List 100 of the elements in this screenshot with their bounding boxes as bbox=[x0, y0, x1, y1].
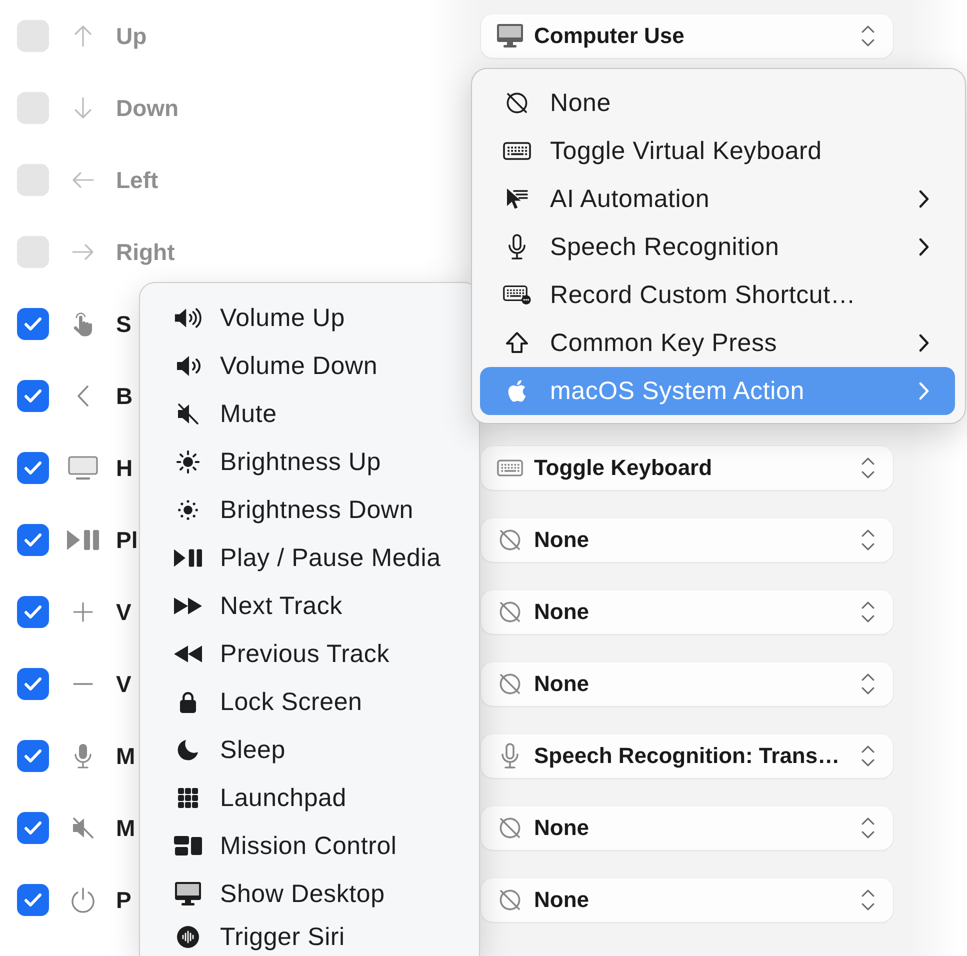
circle-slash-icon bbox=[498, 600, 522, 624]
menu-item[interactable]: Previous Track bbox=[148, 630, 469, 678]
checkbox[interactable] bbox=[17, 668, 49, 700]
microphone-icon bbox=[74, 743, 92, 769]
row-label: B bbox=[116, 382, 133, 408]
checkbox[interactable] bbox=[17, 596, 49, 628]
row-label: Pl bbox=[116, 526, 138, 552]
menu-item[interactable]: Record Custom Shortcut… bbox=[480, 271, 955, 319]
checkbox[interactable] bbox=[17, 740, 49, 772]
menu-item[interactable]: Common Key Press bbox=[480, 319, 955, 367]
keyboard-icon bbox=[503, 142, 531, 160]
moon-icon bbox=[177, 739, 199, 761]
row-label: V bbox=[116, 670, 132, 696]
checkbox[interactable] bbox=[17, 452, 49, 484]
row-label: V bbox=[116, 598, 132, 624]
menu-item[interactable]: Brightness Down bbox=[148, 486, 469, 534]
checkmark-icon bbox=[24, 821, 42, 835]
rewind-icon bbox=[174, 645, 202, 663]
menu-item[interactable]: None bbox=[480, 79, 955, 127]
circle-slash-icon bbox=[498, 888, 522, 912]
menu-item[interactable]: Brightness Up bbox=[148, 438, 469, 486]
lock-icon bbox=[180, 691, 196, 713]
checkmark-icon bbox=[24, 893, 42, 907]
circle-slash-icon bbox=[498, 816, 522, 840]
menu-item[interactable]: Trigger Siri bbox=[148, 918, 469, 956]
action-dropdown[interactable]: None bbox=[481, 590, 893, 634]
circle-slash-icon bbox=[505, 91, 529, 115]
plus-icon bbox=[73, 602, 93, 622]
row-label: M bbox=[116, 742, 136, 768]
checkmark-icon bbox=[24, 461, 42, 475]
checkbox[interactable] bbox=[17, 812, 49, 844]
menu-item[interactable]: Launchpad bbox=[148, 774, 469, 822]
waveform-circle-icon bbox=[177, 926, 199, 948]
checkbox[interactable] bbox=[17, 92, 49, 124]
checkbox[interactable] bbox=[17, 884, 49, 916]
row-label: Down bbox=[116, 94, 179, 120]
speaker-slash-icon bbox=[72, 817, 94, 839]
menu-item[interactable]: Mute bbox=[148, 390, 469, 438]
speaker-loud-icon bbox=[174, 307, 202, 329]
action-dropdown[interactable]: None bbox=[481, 518, 893, 562]
up-down-chevron-icon bbox=[861, 600, 875, 624]
menu-item[interactable]: Play / Pause Media bbox=[148, 534, 469, 582]
up-down-chevron-icon bbox=[861, 672, 875, 696]
up-arrow-icon bbox=[73, 25, 93, 47]
checkbox[interactable] bbox=[17, 524, 49, 556]
menu-item[interactable]: Show Desktop bbox=[148, 870, 469, 918]
menu-item[interactable]: Next Track bbox=[148, 582, 469, 630]
checkmark-icon bbox=[24, 317, 42, 331]
menu-item[interactable]: AI Automation bbox=[480, 175, 955, 223]
monitor-icon bbox=[497, 24, 523, 48]
microphone-icon bbox=[501, 743, 519, 769]
action-dropdown[interactable]: Speech Recognition: Trans… bbox=[481, 734, 893, 778]
up-down-chevron-icon bbox=[861, 528, 875, 552]
play-pause-icon bbox=[67, 530, 99, 550]
speaker-icon bbox=[176, 355, 200, 377]
checkbox[interactable] bbox=[17, 236, 49, 268]
row-label: H bbox=[116, 454, 133, 480]
keyboard-icon bbox=[497, 459, 523, 477]
up-down-chevron-icon bbox=[861, 24, 875, 48]
checkmark-icon bbox=[24, 605, 42, 619]
menu-item[interactable]: Sleep bbox=[148, 726, 469, 774]
menu-item[interactable]: Toggle Virtual Keyboard bbox=[480, 127, 955, 175]
monitor-icon bbox=[175, 882, 201, 906]
menu-item[interactable]: Speech Recognition bbox=[480, 223, 955, 271]
menu-item[interactable]: Volume Up bbox=[148, 294, 469, 342]
checkbox[interactable] bbox=[17, 164, 49, 196]
power-icon bbox=[70, 887, 96, 913]
menu-item[interactable]: Lock Screen bbox=[148, 678, 469, 726]
sun-icon bbox=[176, 450, 200, 474]
action-dropdown[interactable]: Toggle Keyboard bbox=[481, 446, 893, 490]
menu-item[interactable]: Volume Down bbox=[148, 342, 469, 390]
up-down-chevron-icon bbox=[861, 888, 875, 912]
down-arrow-icon bbox=[73, 97, 93, 119]
action-dropdown[interactable]: Computer Use bbox=[481, 14, 893, 58]
play-pause-icon bbox=[174, 548, 202, 568]
row-label: Right bbox=[116, 238, 175, 264]
action-dropdown[interactable]: None bbox=[481, 806, 893, 850]
checkbox[interactable] bbox=[17, 20, 49, 52]
row-label: P bbox=[116, 886, 132, 912]
action-dropdown[interactable]: None bbox=[481, 662, 893, 706]
menu-item[interactable]: Mission Control bbox=[148, 822, 469, 870]
display-icon bbox=[68, 456, 98, 480]
checkmark-icon bbox=[24, 533, 42, 547]
microphone-icon bbox=[508, 234, 526, 260]
fast-forward-icon bbox=[174, 597, 202, 615]
left-arrow-icon bbox=[72, 171, 94, 189]
keyboard-badge-icon bbox=[503, 284, 531, 306]
minus-icon bbox=[73, 682, 93, 686]
shift-arrow-icon bbox=[505, 331, 529, 355]
row-label: M bbox=[116, 814, 136, 840]
action-dropdown[interactable]: None bbox=[481, 878, 893, 922]
checkbox[interactable] bbox=[17, 380, 49, 412]
row-label: Up bbox=[116, 22, 147, 48]
checkbox[interactable] bbox=[17, 308, 49, 340]
apple-icon bbox=[508, 380, 526, 402]
up-down-chevron-icon bbox=[861, 744, 875, 768]
checkmark-icon bbox=[24, 749, 42, 763]
right-arrow-icon bbox=[72, 243, 94, 261]
circle-slash-icon bbox=[498, 672, 522, 696]
checkmark-icon bbox=[24, 677, 42, 691]
